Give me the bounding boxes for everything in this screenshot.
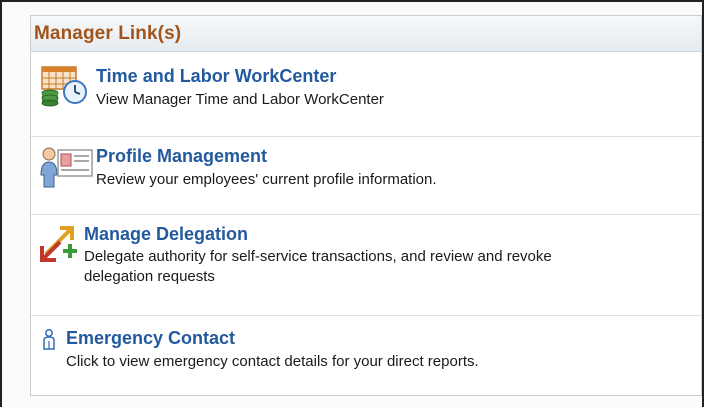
emergency-contact-description: Click to view emergency contact details … [66,353,479,370]
manager-links-pagelet: Manager Link(s) Time and Labor WorkCente… [30,15,702,396]
profile-management-link[interactable]: Profile Management [96,146,267,167]
profile-management-description: Review your employees' current profile i… [96,171,437,188]
calendar-clock-database-icon [40,65,92,114]
person-profile-card-icon [39,145,95,194]
list-item-emergency-contact: Emergency Contact Click to view emergenc… [31,316,701,395]
time-labor-description: View Manager Time and Labor WorkCenter [96,91,384,108]
person-icon [42,329,56,356]
list-item-manage-delegation: Manage Delegation Delegate authority for… [31,215,701,316]
time-labor-workcenter-link[interactable]: Time and Labor WorkCenter [96,66,336,87]
emergency-contact-link[interactable]: Emergency Contact [66,328,235,349]
list-item-profile-management: Profile Management Review your employees… [31,137,701,215]
delegation-arrows-icon [38,224,84,269]
pagelet-header: Manager Link(s) [31,16,701,52]
list-item-time-labor: Time and Labor WorkCenter View Manager T… [31,52,701,137]
manage-delegation-link[interactable]: Manage Delegation [84,224,248,245]
pagelet-title: Manager Link(s) [34,22,182,44]
manage-delegation-description-line2: delegation requests [84,268,215,285]
manage-delegation-description-line1: Delegate authority for self-service tran… [84,248,552,265]
window-frame: Manager Link(s) Time and Labor WorkCente… [0,0,704,407]
